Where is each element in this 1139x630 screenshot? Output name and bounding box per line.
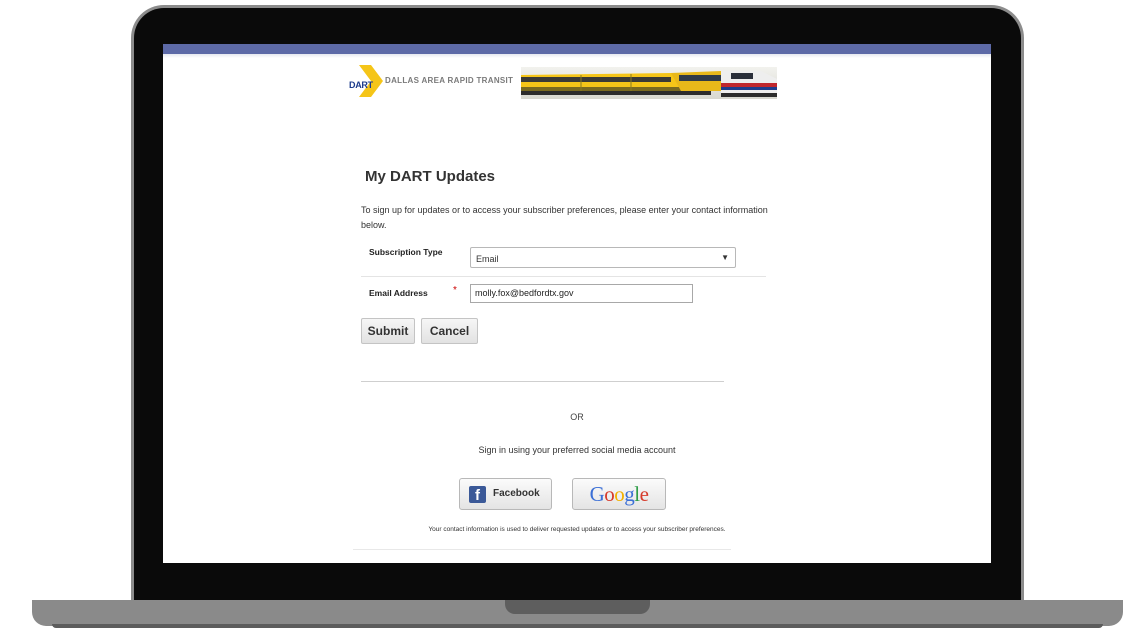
google-signin-button[interactable]: Google xyxy=(572,478,666,510)
section-divider xyxy=(361,381,724,382)
or-separator: OR xyxy=(570,412,584,422)
cancel-button[interactable]: Cancel xyxy=(421,318,478,344)
google-letter: G xyxy=(589,482,605,506)
subscription-type-select[interactable]: Email ▼ xyxy=(470,247,736,268)
subscription-type-value: Email xyxy=(476,254,499,264)
dart-logo-text: DART xyxy=(349,80,373,90)
chevron-down-icon: ▼ xyxy=(721,253,729,262)
form-row-divider xyxy=(361,276,766,277)
subscription-type-label: Subscription Type xyxy=(369,247,443,257)
required-marker: * xyxy=(453,285,457,296)
privacy-footnote: Your contact information is used to deli… xyxy=(428,526,726,533)
google-letter: o xyxy=(614,482,625,506)
google-letter: o xyxy=(604,482,615,506)
facebook-label: Facebook xyxy=(493,488,540,499)
social-signin-prompt: Sign in using your preferred social medi… xyxy=(478,445,676,455)
google-letter: e xyxy=(639,482,649,506)
banner-title: DALLAS AREA RAPID TRANSIT xyxy=(385,76,514,85)
email-field[interactable]: molly.fox@bedfordtx.gov xyxy=(470,284,693,303)
browser-screen: DART DALLAS AREA RAPID TRANSIT My DART U… xyxy=(163,44,991,563)
facebook-icon: f xyxy=(469,486,486,504)
train-image xyxy=(521,67,777,99)
dart-banner: DART DALLAS AREA RAPID TRANSIT xyxy=(345,64,777,102)
facebook-signin-button[interactable]: f Facebook xyxy=(459,478,552,510)
page-title: My DART Updates xyxy=(365,168,496,185)
footer-divider xyxy=(353,549,731,550)
submit-button[interactable]: Submit xyxy=(361,318,415,344)
email-address-label: Email Address xyxy=(369,288,428,298)
top-bar-shadow xyxy=(163,54,991,58)
intro-text: To sign up for updates or to access your… xyxy=(361,205,768,230)
laptop-base-shadow xyxy=(52,624,1103,628)
google-letter: g xyxy=(624,482,635,506)
laptop-notch xyxy=(505,600,650,614)
google-logo: Google xyxy=(573,482,665,507)
top-bar xyxy=(163,44,991,54)
